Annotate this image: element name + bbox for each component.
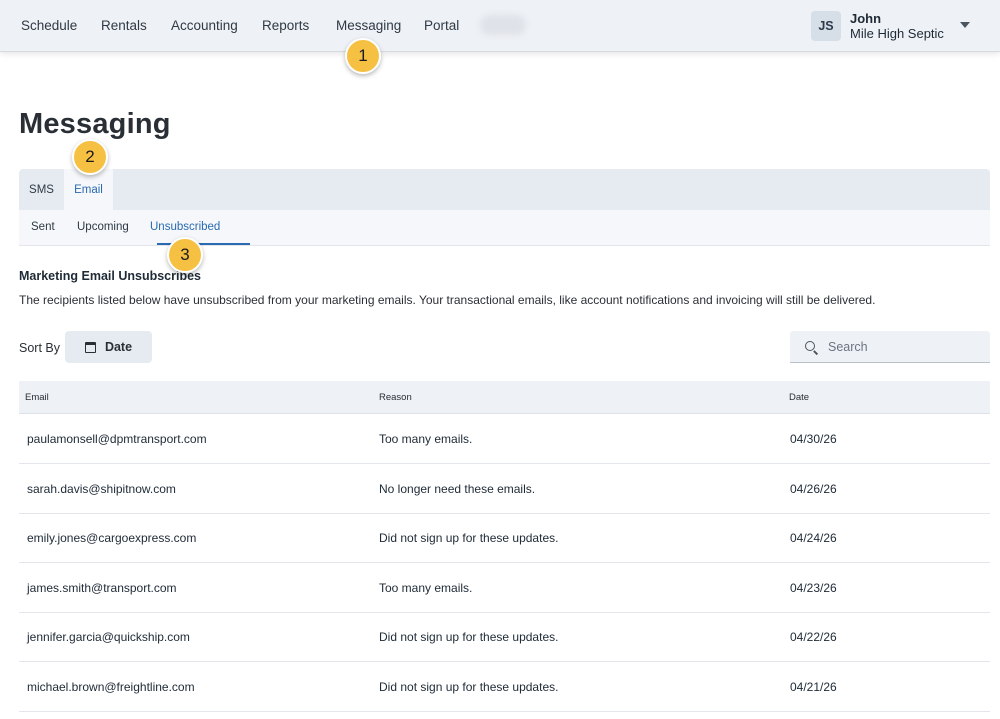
cell-email: james.smith@transport.com bbox=[27, 581, 177, 595]
nav-item-obscured[interactable] bbox=[480, 15, 526, 35]
cell-date: 04/24/26 bbox=[790, 531, 837, 545]
cell-email: paulamonsell@dpmtransport.com bbox=[27, 432, 207, 446]
column-header-date[interactable]: Date bbox=[789, 392, 809, 403]
subtab-unsubscribed[interactable]: Unsubscribed bbox=[150, 221, 220, 233]
table-row[interactable]: sarah.davis@shipitnow.com No longer need… bbox=[19, 464, 990, 514]
top-nav: Schedule Rentals Accounting Reports Mess… bbox=[0, 0, 1000, 52]
search-input[interactable] bbox=[828, 331, 978, 363]
search-box[interactable] bbox=[790, 331, 990, 363]
table-row[interactable]: paulamonsell@dpmtransport.com Too many e… bbox=[19, 414, 990, 464]
cell-email: emily.jones@cargoexpress.com bbox=[27, 531, 197, 545]
cell-date: 04/21/26 bbox=[790, 680, 837, 694]
sort-label: Sort By bbox=[19, 341, 60, 355]
cell-email: jennifer.garcia@quickship.com bbox=[27, 630, 190, 644]
table-row[interactable]: michael.brown@freightline.com Did not si… bbox=[19, 662, 990, 712]
step-badge-3: 3 bbox=[167, 237, 203, 273]
nav-item-reports[interactable]: Reports bbox=[262, 18, 309, 33]
nav-item-portal[interactable]: Portal bbox=[424, 18, 459, 33]
section-heading: Marketing Email Unsubscribes bbox=[19, 269, 202, 283]
tab-email[interactable]: Email bbox=[64, 169, 113, 210]
page-title: Messaging bbox=[19, 108, 171, 140]
step-badge-1: 1 bbox=[345, 38, 381, 74]
step-badge-2: 2 bbox=[72, 139, 108, 175]
calendar-icon bbox=[84, 341, 96, 353]
table-row[interactable]: jennifer.garcia@quickship.com Did not si… bbox=[19, 612, 990, 662]
section-description: The recipients listed below have unsubsc… bbox=[19, 293, 876, 307]
cell-reason: Did not sign up for these updates. bbox=[379, 630, 559, 644]
sort-date-button[interactable]: Date bbox=[65, 331, 152, 363]
cell-reason: No longer need these emails. bbox=[379, 482, 536, 496]
table-row[interactable]: emily.jones@cargoexpress.com Did not sig… bbox=[19, 513, 990, 563]
cell-date: 04/26/26 bbox=[790, 482, 837, 496]
cell-reason: Too many emails. bbox=[379, 581, 473, 595]
table-row[interactable]: james.smith@transport.com Too many email… bbox=[19, 563, 990, 613]
cell-email: michael.brown@freightline.com bbox=[27, 680, 195, 694]
table-header: Email Reason Date bbox=[19, 381, 990, 414]
search-icon bbox=[805, 341, 815, 351]
nav-item-messaging[interactable]: Messaging bbox=[336, 18, 401, 33]
avatar[interactable]: JS bbox=[811, 11, 841, 41]
cell-email: sarah.davis@shipitnow.com bbox=[27, 482, 176, 496]
column-header-reason[interactable]: Reason bbox=[379, 392, 412, 403]
nav-item-schedule[interactable]: Schedule bbox=[21, 18, 77, 33]
cell-reason: Too many emails. bbox=[379, 432, 473, 446]
email-subtabs: Sent Upcoming Unsubscribed bbox=[19, 210, 990, 246]
subtab-upcoming[interactable]: Upcoming bbox=[77, 221, 129, 233]
chevron-down-icon[interactable] bbox=[960, 22, 970, 28]
user-company[interactable]: Mile High Septic bbox=[850, 26, 944, 41]
cell-reason: Did not sign up for these updates. bbox=[379, 531, 559, 545]
cell-date: 04/30/26 bbox=[790, 432, 837, 446]
user-name[interactable]: John bbox=[850, 11, 881, 26]
column-header-email[interactable]: Email bbox=[25, 392, 49, 403]
sort-button-label: Date bbox=[104, 340, 133, 354]
channel-tabs: SMS Email bbox=[19, 169, 990, 210]
nav-item-rentals[interactable]: Rentals bbox=[101, 18, 147, 33]
cell-date: 04/22/26 bbox=[790, 630, 837, 644]
subtab-sent[interactable]: Sent bbox=[31, 221, 55, 233]
cell-date: 04/23/26 bbox=[790, 581, 837, 595]
tab-sms[interactable]: SMS bbox=[19, 169, 64, 210]
cell-reason: Did not sign up for these updates. bbox=[379, 680, 559, 694]
nav-item-accounting[interactable]: Accounting bbox=[171, 18, 238, 33]
